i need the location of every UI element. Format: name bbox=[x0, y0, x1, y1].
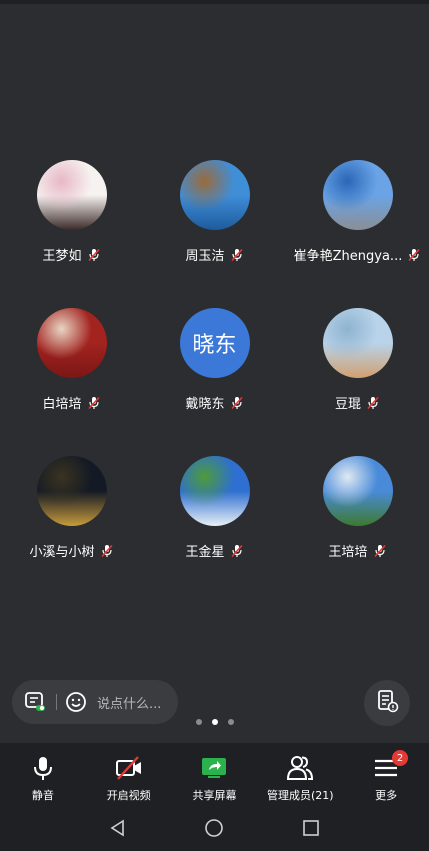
page-dot[interactable] bbox=[227, 719, 234, 725]
participant-avatar bbox=[36, 308, 107, 378]
participant-name-row: 白培培 bbox=[0, 393, 143, 412]
participant-tile[interactable]: 王培培 bbox=[286, 456, 429, 560]
participant-name: 白培培 bbox=[42, 397, 82, 412]
participant-name-row: 小溪与小树 bbox=[0, 541, 143, 560]
avatar-initials: 晓东 bbox=[192, 333, 237, 358]
back-icon[interactable] bbox=[108, 818, 128, 842]
mute-label: 静音 bbox=[31, 789, 54, 802]
participant-tile[interactable]: 小溪与小树 bbox=[0, 456, 143, 560]
mute-button[interactable]: 静音 bbox=[0, 743, 86, 808]
participant-tile[interactable]: 王梦如 bbox=[0, 160, 143, 264]
document-icon bbox=[375, 689, 399, 717]
page-dot[interactable] bbox=[195, 719, 202, 725]
participant-name-row: 戴晓东 bbox=[143, 393, 286, 412]
start-video-label: 开启视频 bbox=[106, 789, 151, 802]
mic-muted-icon bbox=[87, 248, 100, 261]
participant-name-row: 王金星 bbox=[143, 541, 286, 560]
recents-icon[interactable] bbox=[301, 818, 321, 842]
manage-members-button[interactable]: 管理成员(21) bbox=[257, 743, 343, 808]
participant-tile[interactable]: 王金星 bbox=[143, 456, 286, 560]
mic-muted-icon bbox=[87, 396, 100, 409]
participant-name-row: 崔争艳Zhengya... bbox=[286, 245, 429, 264]
android-nav-bar bbox=[0, 808, 429, 851]
members-icon bbox=[287, 756, 314, 780]
participant-name: 王培培 bbox=[328, 545, 368, 560]
mic-muted-icon bbox=[373, 544, 386, 557]
start-video-button[interactable]: 开启视频 bbox=[86, 743, 172, 808]
more-label: 更多 bbox=[375, 789, 398, 802]
share-screen-label: 共享屏幕 bbox=[192, 789, 237, 802]
chat-placeholder[interactable]: 说点什么... bbox=[97, 693, 161, 712]
manage-members-label: 管理成员(21) bbox=[266, 789, 334, 802]
mic-muted-icon bbox=[367, 396, 379, 409]
participant-name: 小溪与小树 bbox=[29, 545, 95, 560]
divider bbox=[56, 694, 57, 710]
participant-tile[interactable]: 白培培 bbox=[0, 308, 143, 412]
participant-name-row: 王梦如 bbox=[0, 245, 143, 264]
participant-tile[interactable]: 豆琨 bbox=[286, 308, 429, 412]
participant-avatar bbox=[322, 160, 393, 230]
participant-avatar bbox=[322, 308, 393, 378]
mic-muted-icon bbox=[408, 248, 420, 261]
mic-muted-icon bbox=[100, 544, 113, 557]
participant-avatar bbox=[322, 456, 393, 526]
participant-avatar bbox=[179, 456, 250, 526]
participant-avatar bbox=[36, 160, 107, 230]
mic-muted-icon bbox=[230, 248, 243, 261]
mic-muted-icon bbox=[230, 396, 243, 409]
emoji-icon[interactable] bbox=[65, 691, 87, 713]
participant-name-row: 周玉洁 bbox=[143, 245, 286, 264]
share-screen-icon bbox=[202, 758, 227, 778]
participant-name: 王梦如 bbox=[42, 249, 82, 264]
participant-name: 戴晓东 bbox=[185, 397, 225, 412]
participant-tile[interactable]: 崔争艳Zhengya... bbox=[286, 160, 429, 264]
participant-avatar bbox=[36, 456, 107, 526]
video-off-icon bbox=[115, 756, 141, 780]
status-bar-strip bbox=[0, 0, 429, 4]
share-screen-button[interactable]: 共享屏幕 bbox=[172, 743, 258, 808]
participant-avatar: 晓东 bbox=[179, 308, 250, 378]
more-button[interactable]: 2 更多 bbox=[343, 743, 429, 808]
chat-input-pill[interactable]: 说点什么... bbox=[12, 680, 178, 724]
participant-name-row: 豆琨 bbox=[286, 393, 429, 412]
participant-name: 王金星 bbox=[185, 545, 225, 560]
participant-avatar bbox=[179, 160, 250, 230]
home-icon[interactable] bbox=[204, 818, 224, 842]
mic-muted-icon bbox=[230, 544, 243, 557]
more-badge: 2 bbox=[392, 750, 409, 766]
participant-name: 豆琨 bbox=[334, 397, 361, 412]
participant-name-row: 王培培 bbox=[286, 541, 429, 560]
participant-tile[interactable]: 晓东戴晓东 bbox=[143, 308, 286, 412]
page-indicator bbox=[0, 719, 429, 725]
participant-name: 周玉洁 bbox=[185, 249, 225, 264]
chat-toggle-icon[interactable] bbox=[24, 691, 46, 713]
participant-tile[interactable]: 周玉洁 bbox=[143, 160, 286, 264]
microphone-icon bbox=[33, 757, 52, 780]
meeting-toolbar: 静音 开启视频 共享屏幕 管理成员(21) 2 更多 bbox=[0, 743, 429, 808]
page-dot[interactable] bbox=[211, 719, 218, 725]
participant-name: 崔争艳Zhengya... bbox=[293, 249, 403, 264]
